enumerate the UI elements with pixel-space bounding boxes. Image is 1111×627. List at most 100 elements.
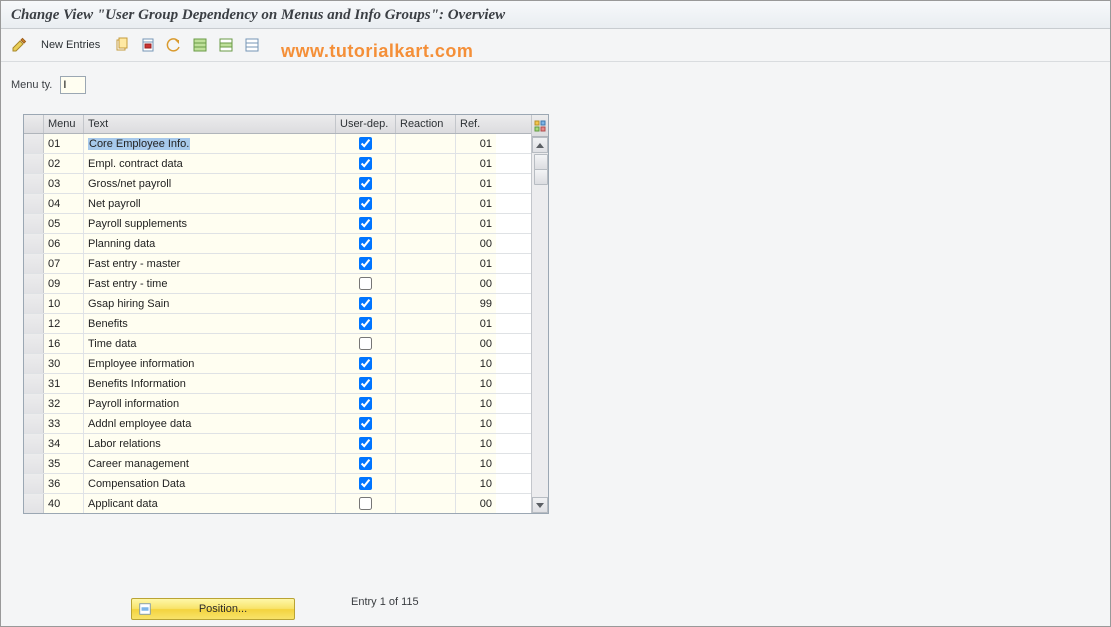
cell-text[interactable]: Empl. contract data: [84, 154, 336, 173]
row-selector[interactable]: [24, 154, 44, 173]
copy-as-icon[interactable]: [112, 35, 132, 55]
cell-ref[interactable]: 01: [456, 174, 496, 193]
user-dep-checkbox[interactable]: [359, 177, 372, 190]
deselect-all-icon[interactable]: [242, 35, 262, 55]
position-button[interactable]: Position...: [131, 598, 295, 620]
cell-menu[interactable]: 40: [44, 494, 84, 513]
row-selector[interactable]: [24, 254, 44, 273]
scroll-thumb[interactable]: [534, 154, 548, 170]
delete-icon[interactable]: [138, 35, 158, 55]
user-dep-checkbox[interactable]: [359, 297, 372, 310]
cell-menu[interactable]: 36: [44, 474, 84, 493]
cell-user-dep[interactable]: [336, 234, 396, 253]
scroll-thumb[interactable]: [534, 169, 548, 185]
cell-reaction[interactable]: [396, 474, 456, 493]
row-selector[interactable]: [24, 294, 44, 313]
row-selector[interactable]: [24, 174, 44, 193]
cell-ref[interactable]: 01: [456, 214, 496, 233]
cell-menu[interactable]: 31: [44, 374, 84, 393]
cell-text[interactable]: Core Employee Info.: [84, 134, 336, 153]
row-selector[interactable]: [24, 314, 44, 333]
row-selector[interactable]: [24, 234, 44, 253]
cell-text[interactable]: Benefits Information: [84, 374, 336, 393]
row-selector[interactable]: [24, 394, 44, 413]
user-dep-checkbox[interactable]: [359, 137, 372, 150]
vertical-scrollbar[interactable]: [532, 137, 548, 513]
cell-user-dep[interactable]: [336, 414, 396, 433]
select-all-icon[interactable]: [190, 35, 210, 55]
cell-ref[interactable]: 01: [456, 254, 496, 273]
cell-menu[interactable]: 02: [44, 154, 84, 173]
cell-user-dep[interactable]: [336, 194, 396, 213]
col-selector[interactable]: [24, 115, 44, 133]
cell-reaction[interactable]: [396, 214, 456, 233]
cell-ref[interactable]: 01: [456, 314, 496, 333]
row-selector[interactable]: [24, 134, 44, 153]
user-dep-checkbox[interactable]: [359, 157, 372, 170]
cell-reaction[interactable]: [396, 234, 456, 253]
cell-reaction[interactable]: [396, 134, 456, 153]
cell-reaction[interactable]: [396, 154, 456, 173]
cell-reaction[interactable]: [396, 354, 456, 373]
cell-reaction[interactable]: [396, 334, 456, 353]
col-ref[interactable]: Ref.: [456, 115, 496, 133]
cell-text[interactable]: Payroll supplements: [84, 214, 336, 233]
cell-menu[interactable]: 04: [44, 194, 84, 213]
cell-text[interactable]: Employee information: [84, 354, 336, 373]
cell-user-dep[interactable]: [336, 134, 396, 153]
cell-text[interactable]: Fast entry - time: [84, 274, 336, 293]
row-selector[interactable]: [24, 494, 44, 513]
user-dep-checkbox[interactable]: [359, 197, 372, 210]
cell-menu[interactable]: 34: [44, 434, 84, 453]
cell-text[interactable]: Applicant data: [84, 494, 336, 513]
user-dep-checkbox[interactable]: [359, 397, 372, 410]
cell-ref[interactable]: 10: [456, 354, 496, 373]
cell-user-dep[interactable]: [336, 294, 396, 313]
cell-text[interactable]: Addnl employee data: [84, 414, 336, 433]
cell-user-dep[interactable]: [336, 454, 396, 473]
cell-user-dep[interactable]: [336, 154, 396, 173]
cell-reaction[interactable]: [396, 494, 456, 513]
cell-reaction[interactable]: [396, 254, 456, 273]
cell-menu[interactable]: 16: [44, 334, 84, 353]
row-selector[interactable]: [24, 194, 44, 213]
row-selector[interactable]: [24, 334, 44, 353]
cell-ref[interactable]: 10: [456, 414, 496, 433]
undo-change-icon[interactable]: [164, 35, 184, 55]
cell-menu[interactable]: 09: [44, 274, 84, 293]
cell-user-dep[interactable]: [336, 334, 396, 353]
cell-reaction[interactable]: [396, 414, 456, 433]
user-dep-checkbox[interactable]: [359, 417, 372, 430]
cell-ref[interactable]: 00: [456, 334, 496, 353]
cell-ref[interactable]: 00: [456, 494, 496, 513]
cell-user-dep[interactable]: [336, 374, 396, 393]
row-selector[interactable]: [24, 354, 44, 373]
cell-reaction[interactable]: [396, 394, 456, 413]
user-dep-checkbox[interactable]: [359, 457, 372, 470]
cell-reaction[interactable]: [396, 174, 456, 193]
cell-ref[interactable]: 00: [456, 274, 496, 293]
user-dep-checkbox[interactable]: [359, 257, 372, 270]
user-dep-checkbox[interactable]: [359, 357, 372, 370]
cell-user-dep[interactable]: [336, 434, 396, 453]
cell-reaction[interactable]: [396, 434, 456, 453]
cell-user-dep[interactable]: [336, 494, 396, 513]
cell-menu[interactable]: 06: [44, 234, 84, 253]
row-selector[interactable]: [24, 414, 44, 433]
table-settings-icon[interactable]: [532, 115, 548, 137]
cell-menu[interactable]: 05: [44, 214, 84, 233]
cell-menu[interactable]: 12: [44, 314, 84, 333]
row-selector[interactable]: [24, 374, 44, 393]
cell-user-dep[interactable]: [336, 274, 396, 293]
cell-menu[interactable]: 03: [44, 174, 84, 193]
cell-reaction[interactable]: [396, 374, 456, 393]
cell-text[interactable]: Gsap hiring Sain: [84, 294, 336, 313]
row-selector[interactable]: [24, 274, 44, 293]
cell-menu[interactable]: 32: [44, 394, 84, 413]
cell-text[interactable]: Fast entry - master: [84, 254, 336, 273]
cell-menu[interactable]: 35: [44, 454, 84, 473]
cell-text[interactable]: Labor relations: [84, 434, 336, 453]
row-selector[interactable]: [24, 454, 44, 473]
cell-menu[interactable]: 01: [44, 134, 84, 153]
cell-ref[interactable]: 00: [456, 234, 496, 253]
